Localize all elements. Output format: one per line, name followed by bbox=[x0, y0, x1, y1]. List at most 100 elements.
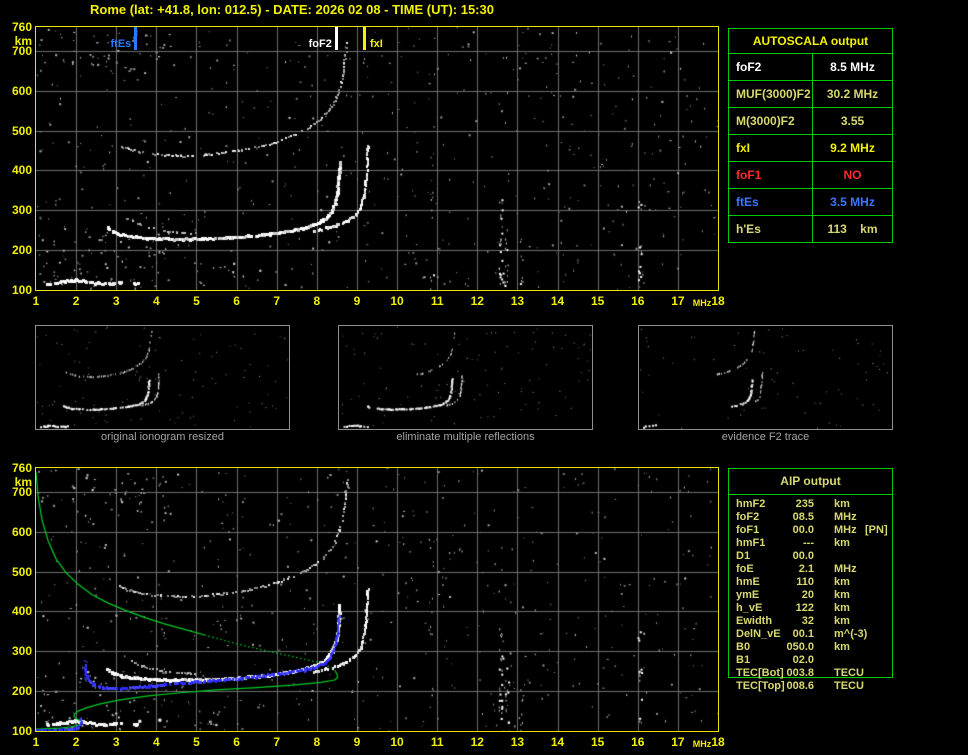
aip-row-D1: D1 00.0 bbox=[729, 550, 892, 563]
autoscala-row-value: 113 km bbox=[827, 222, 878, 236]
y-tick-label: 100 bbox=[11, 724, 32, 738]
aip-row-B0: B0 050.0 km bbox=[729, 641, 892, 654]
y-axis-unit-label: km bbox=[14, 475, 32, 489]
marker-label-ftEs: ftEs bbox=[110, 38, 132, 50]
autoscala-row-value: 3.5 MHz bbox=[830, 195, 875, 209]
x-tick-label: 15 bbox=[590, 735, 605, 749]
autoscala-row-value: 30.2 MHz bbox=[826, 87, 879, 101]
aip-row-v: 003.8 bbox=[786, 667, 814, 679]
aip-row-ymE: ymE 20 km bbox=[729, 589, 892, 602]
marker-label-foF2: foF2 bbox=[308, 38, 332, 50]
x-tick-label: 12 bbox=[470, 294, 484, 308]
y-tick-label: 500 bbox=[11, 564, 32, 579]
y-tick-label: 300 bbox=[11, 644, 32, 659]
aip-row-v: 00.1 bbox=[792, 628, 814, 640]
x-tick-label: 5 bbox=[193, 735, 200, 749]
autoscala-row-label: fxI bbox=[729, 135, 813, 161]
aip-row-v: 32 bbox=[801, 615, 814, 627]
aip-row-v: --- bbox=[803, 537, 814, 549]
x-tick-label: 9 bbox=[353, 735, 361, 749]
autoscala-row-MUF(3000)F2: MUF(3000)F2 30.2 MHz bbox=[729, 80, 892, 107]
x-tick-label: 16 bbox=[631, 735, 645, 749]
aip-row-l: D1 bbox=[736, 550, 751, 562]
y-tick-label: 200 bbox=[11, 684, 32, 699]
x-tick-label: 6 bbox=[233, 294, 240, 308]
x-tick-label: 8 bbox=[313, 294, 321, 308]
autoscala-row-foF2: foF2 8.5 MHz bbox=[729, 54, 892, 80]
autoscala-app-window: Rome (lat: +41.8, lon: 012.5) - DATE: 20… bbox=[0, 0, 968, 755]
aip-row-u: km bbox=[834, 641, 850, 653]
aip-row-l: foF1 bbox=[736, 524, 760, 536]
aip-output-table: AIP output hmF2 235 km foF2 08.5 MHz foF1 00.0 M… bbox=[728, 468, 893, 692]
y-tick-label: 300 bbox=[11, 203, 32, 218]
aip-row-hmF2: hmF2 235 km bbox=[729, 498, 892, 511]
y-tick-label: 400 bbox=[11, 163, 32, 178]
thumbnail-caption-eliminate: eliminate multiple reflections bbox=[396, 431, 535, 443]
aip-row-u: km bbox=[834, 498, 850, 510]
aip-row-v: 02.0 bbox=[792, 654, 814, 666]
x-tick-label: 6 bbox=[233, 735, 240, 749]
autoscala-row-h'Es: h'Es 113 km bbox=[729, 215, 892, 242]
aip-row-u: MHz bbox=[834, 563, 857, 575]
aip-row-l: B0 bbox=[736, 641, 751, 653]
x-tick-label: 10 bbox=[390, 294, 404, 308]
autoscala-row-M(3000)F2: M(3000)F2 3.55 bbox=[729, 107, 892, 134]
autoscala-table-title: AUTOSCALA output bbox=[729, 29, 892, 54]
aip-table-title: AIP output bbox=[729, 469, 892, 495]
aip-row-h_vE: h_vE 122 km bbox=[729, 602, 892, 615]
y-tick-label: 760 bbox=[11, 461, 32, 475]
x-tick-label: 7 bbox=[273, 294, 281, 308]
marker-label-fxI: fxI bbox=[369, 38, 383, 50]
aip-row-l: B1 bbox=[736, 654, 751, 666]
aip-row-v: 2.1 bbox=[798, 563, 814, 575]
x-tick-label: 2 bbox=[72, 294, 80, 308]
aip-row-u: TECU bbox=[834, 667, 864, 679]
aip-row-DelN_vE: DelN_vE 00.1 m^(-3) bbox=[729, 628, 892, 641]
autoscala-row-value: 9.2 MHz bbox=[830, 141, 875, 155]
autoscala-row-ftEs: ftEs 3.5 MHz bbox=[729, 188, 892, 215]
x-tick-label: 13 bbox=[510, 735, 525, 749]
aip-row-foF1: foF1 00.0 MHz [PN] bbox=[729, 524, 892, 537]
thumbnail-canvas-evidence bbox=[639, 326, 892, 429]
x-tick-label: 3 bbox=[112, 735, 120, 749]
x-tick-label: 11 bbox=[430, 735, 444, 749]
aip-row-u: m^(-3) bbox=[834, 628, 868, 640]
autoscala-row-fxI: fxI 9.2 MHz bbox=[729, 134, 892, 161]
aip-row-l: hmE bbox=[736, 576, 760, 588]
aip-row-hmF1: hmF1 --- km bbox=[729, 537, 892, 550]
aip-table-rows: hmF2 235 km foF2 08.5 MHz foF1 00.0 MHz [PN] hmF1-… bbox=[729, 495, 892, 693]
x-tick-label: 17 bbox=[671, 294, 685, 308]
ionogram-canvas-top bbox=[36, 27, 718, 290]
aip-row-n: [PN] bbox=[865, 524, 888, 536]
aip-row-TEC[Bot]: TEC[Bot] 003.8 TECU bbox=[729, 667, 892, 680]
x-tick-label: 12 bbox=[470, 735, 484, 749]
autoscala-row-foF1: foF1 NO bbox=[729, 161, 892, 188]
x-tick-label: 14 bbox=[550, 294, 565, 308]
autoscala-row-label: ftEs bbox=[729, 189, 813, 215]
aip-row-v: 050.0 bbox=[786, 641, 814, 653]
autoscala-output-table: AUTOSCALA output foF2 8.5 MHz MUF(3000)F2 3… bbox=[728, 28, 893, 243]
x-tick-label: 15 bbox=[590, 294, 605, 308]
x-tick-label: 8 bbox=[313, 735, 321, 749]
thumbnail-caption-evidence: evidence F2 trace bbox=[721, 431, 810, 443]
aip-row-u: km bbox=[834, 589, 850, 601]
x-tick-label: 13 bbox=[510, 294, 525, 308]
autoscala-row-value: NO bbox=[843, 168, 862, 182]
aip-row-u: km bbox=[834, 576, 850, 588]
thumbnail-caption-original: original ionogram resized bbox=[101, 431, 224, 443]
aip-row-v: 08.5 bbox=[792, 511, 814, 523]
x-tick-label: 14 bbox=[550, 735, 565, 749]
aip-row-v: 20 bbox=[801, 589, 814, 601]
aip-row-u: km bbox=[834, 537, 850, 549]
thumbnail-eliminate-reflections bbox=[338, 325, 593, 430]
y-tick-label: 600 bbox=[11, 524, 32, 539]
y-tick-label: 200 bbox=[11, 243, 32, 258]
thumbnail-canvas-eliminate bbox=[339, 326, 592, 429]
x-tick-label: 17 bbox=[671, 735, 685, 749]
x-tick-label: 9 bbox=[353, 294, 361, 308]
autoscala-row-label: foF2 bbox=[729, 54, 813, 80]
y-tick-label: 400 bbox=[11, 604, 32, 619]
aip-row-B1: B1 02.0 bbox=[729, 654, 892, 667]
marker-line-fxI bbox=[362, 27, 366, 50]
aip-row-l: foF2 bbox=[736, 511, 760, 523]
